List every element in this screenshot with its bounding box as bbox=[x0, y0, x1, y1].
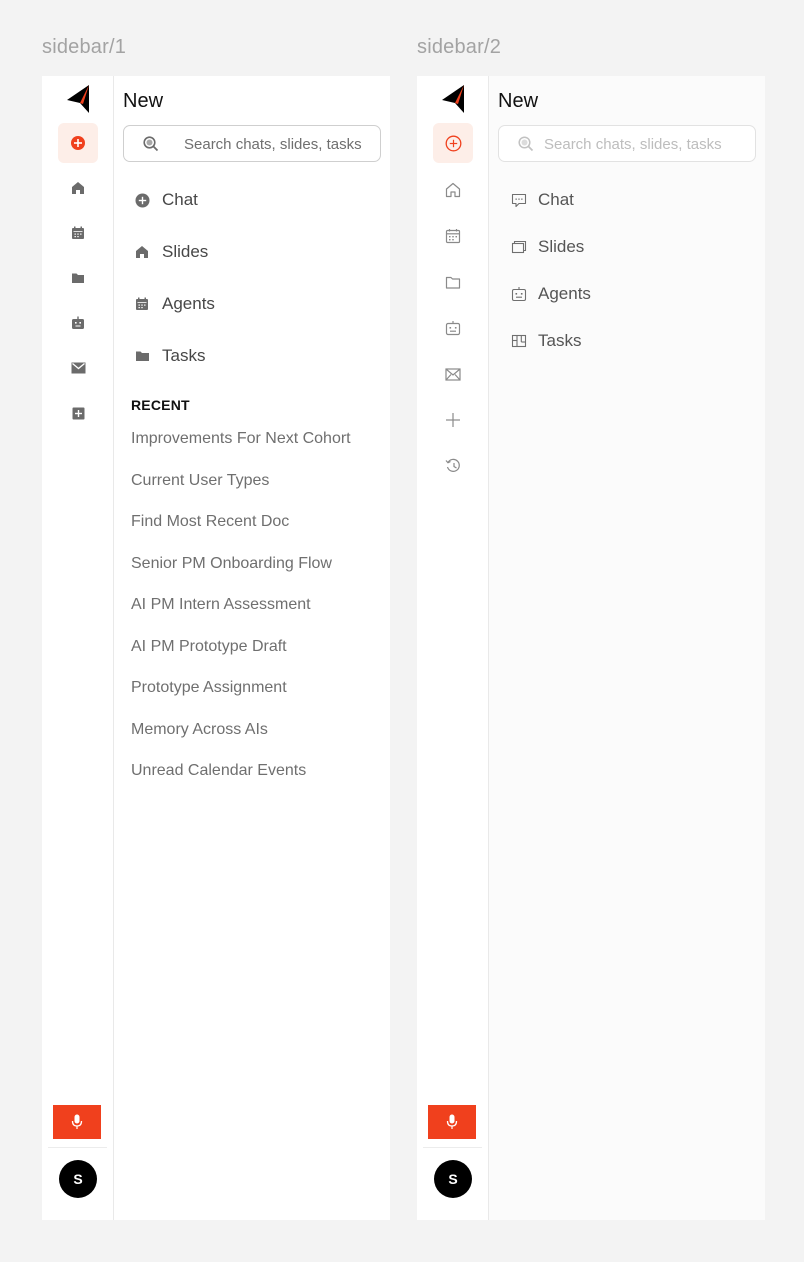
nav-item-chat[interactable]: Chat bbox=[511, 187, 751, 213]
robot-icon bbox=[72, 316, 84, 329]
recent-item[interactable]: Memory Across AIs bbox=[131, 721, 268, 739]
calendar-icon bbox=[72, 226, 84, 239]
frame-label-sidebar-2: sidebar/2 bbox=[417, 36, 502, 58]
recent-item[interactable]: Unread Calendar Events bbox=[131, 762, 306, 780]
icon-rail: S bbox=[417, 76, 489, 1220]
user-avatar[interactable]: S bbox=[59, 1160, 97, 1198]
panel-title: New bbox=[123, 90, 164, 112]
nav-label-agents: Agents bbox=[162, 294, 215, 313]
home-icon bbox=[134, 244, 150, 260]
sidebar-panel: New Chat Slides Agents bbox=[489, 76, 765, 1220]
nav-label-tasks: Tasks bbox=[538, 331, 582, 350]
recent-item[interactable]: Senior PM Onboarding Flow bbox=[131, 555, 332, 573]
voice-input-button[interactable] bbox=[428, 1105, 476, 1139]
plus-circle-icon bbox=[134, 192, 150, 208]
rail-home-button[interactable] bbox=[58, 168, 98, 208]
rail-folder-button[interactable] bbox=[433, 262, 473, 302]
recent-item[interactable]: Current User Types bbox=[131, 472, 269, 490]
nav-label-slides: Slides bbox=[162, 242, 209, 261]
nav-item-agents[interactable]: Agents bbox=[134, 291, 374, 317]
new-chat-icon bbox=[71, 136, 85, 150]
recent-heading: RECENT bbox=[131, 397, 190, 413]
sidebar-frame-2: S New Chat Slides bbox=[417, 76, 765, 1220]
nav-label-tasks: Tasks bbox=[162, 346, 206, 365]
new-chat-button[interactable] bbox=[58, 123, 98, 163]
robot-icon bbox=[511, 286, 527, 302]
robot-icon bbox=[445, 321, 461, 336]
microphone-icon bbox=[71, 1114, 83, 1129]
rail-mail-button[interactable] bbox=[58, 348, 98, 388]
rail-calendar-button[interactable] bbox=[58, 213, 98, 253]
nav-item-tasks[interactable]: Tasks bbox=[134, 343, 374, 369]
rail-history-button[interactable] bbox=[433, 446, 473, 486]
folder-icon bbox=[445, 276, 461, 289]
folder-icon bbox=[134, 348, 150, 364]
microphone-icon bbox=[446, 1114, 458, 1129]
new-chat-icon bbox=[445, 135, 461, 151]
chat-bubble-icon bbox=[511, 192, 527, 208]
sidebar-panel: New Chat Slides Agents bbox=[114, 76, 390, 1220]
rail-folder-button[interactable] bbox=[58, 258, 98, 298]
nav-label-agents: Agents bbox=[538, 284, 591, 303]
rail-calendar-button[interactable] bbox=[433, 216, 473, 256]
kanban-icon bbox=[511, 333, 527, 349]
nav-item-chat[interactable]: Chat bbox=[134, 187, 374, 213]
add-square-icon bbox=[72, 407, 84, 419]
recent-item[interactable]: Prototype Assignment bbox=[131, 679, 287, 697]
rail-agents-button[interactable] bbox=[58, 303, 98, 343]
rail-add-button[interactable] bbox=[433, 400, 473, 440]
slides-icon bbox=[511, 239, 527, 255]
search-input[interactable] bbox=[184, 134, 374, 154]
nav-item-tasks[interactable]: Tasks bbox=[511, 328, 751, 354]
sidebar-frame-1: S New Chat Slides bbox=[42, 76, 390, 1220]
mail-icon bbox=[445, 367, 461, 381]
frame-label-sidebar-1: sidebar/1 bbox=[42, 36, 127, 58]
calendar-icon bbox=[134, 296, 150, 312]
voice-input-button[interactable] bbox=[53, 1105, 101, 1139]
calendar-icon bbox=[445, 229, 461, 244]
rail-home-button[interactable] bbox=[433, 170, 473, 210]
rail-divider bbox=[48, 1147, 107, 1148]
plus-icon bbox=[446, 413, 460, 427]
search-input[interactable] bbox=[544, 134, 734, 154]
home-icon bbox=[445, 182, 461, 198]
nav-label-chat: Chat bbox=[162, 190, 198, 209]
recent-item[interactable]: Find Most Recent Doc bbox=[131, 513, 289, 531]
search-box[interactable] bbox=[123, 125, 381, 162]
nav-item-agents[interactable]: Agents bbox=[511, 281, 751, 307]
nav-item-slides[interactable]: Slides bbox=[134, 239, 374, 265]
rail-agents-button[interactable] bbox=[433, 308, 473, 348]
folder-icon bbox=[72, 273, 84, 283]
panel-title: New bbox=[498, 90, 539, 112]
logo-icon bbox=[442, 85, 464, 113]
recent-item[interactable]: AI PM Prototype Draft bbox=[131, 638, 287, 656]
home-icon bbox=[72, 182, 84, 194]
rail-divider bbox=[423, 1147, 482, 1148]
user-avatar[interactable]: S bbox=[434, 1160, 472, 1198]
recent-item[interactable]: Improvements For Next Cohort bbox=[131, 430, 351, 448]
icon-rail: S bbox=[42, 76, 114, 1220]
nav-label-slides: Slides bbox=[538, 237, 585, 256]
history-icon bbox=[445, 458, 460, 472]
search-icon bbox=[518, 136, 534, 152]
mail-icon bbox=[71, 362, 85, 374]
logo-icon bbox=[67, 85, 89, 113]
search-icon bbox=[143, 136, 159, 152]
rail-add-button[interactable] bbox=[58, 393, 98, 433]
rail-mail-button[interactable] bbox=[433, 354, 473, 394]
recent-item[interactable]: AI PM Intern Assessment bbox=[131, 596, 311, 614]
nav-label-chat: Chat bbox=[538, 190, 574, 209]
search-box[interactable] bbox=[498, 125, 756, 162]
nav-item-slides[interactable]: Slides bbox=[511, 234, 751, 260]
new-chat-button[interactable] bbox=[433, 123, 473, 163]
